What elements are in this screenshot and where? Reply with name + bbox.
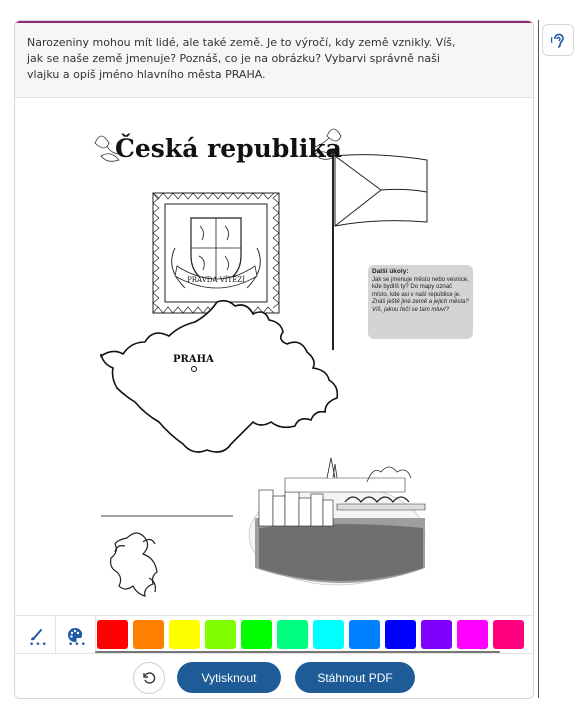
color-swatch[interactable] [313,620,344,649]
listen-button[interactable] [542,24,574,56]
ear-icon [550,33,564,48]
download-pdf-button[interactable]: Stáhnout PDF [295,662,415,693]
color-swatch[interactable] [169,620,200,649]
palette-more-dots: ••• [68,640,87,650]
reset-icon [143,672,156,684]
tasks-box: Další úkoly: Jak se jmenuje město nebo v… [368,265,473,339]
sheet-title: Česká republika [115,134,342,163]
color-swatch[interactable] [385,620,416,649]
country-map[interactable] [100,299,339,453]
tasks-line-1: Jak se jmenuje město nebo vesnice, kde b… [372,276,469,298]
prague-landscape [248,457,426,586]
action-bar: Vytisknout Stáhnout PDF [15,653,533,698]
color-swatch[interactable] [97,620,128,649]
brush-tool[interactable]: ••• [17,616,55,653]
color-toolbar: ••• ••• [15,615,533,654]
color-swatches [97,620,533,650]
print-button[interactable]: Vytisknout [177,662,281,693]
worksheet-card: Narozeniny mohou mít lidé, ale také země… [14,20,534,699]
instructions-text: Narozeniny mohou mít lidé, ale také země… [27,36,456,81]
coloring-drawing[interactable]: PRAVDA VÍTĚZÍ [15,98,533,615]
color-swatch[interactable] [241,620,272,649]
color-swatch[interactable] [349,620,380,649]
color-swatch[interactable] [493,620,524,649]
color-swatch[interactable] [133,620,164,649]
color-swatch[interactable] [205,620,236,649]
color-swatch[interactable] [421,620,452,649]
tasks-line-2: Znáš ještě jiné země a jejich města? Víš… [372,299,469,313]
tasks-heading: Další úkoly: [372,268,409,275]
city-label: PRAHA [173,354,214,365]
motto-text: PRAVDA VÍTĚZÍ [187,275,245,284]
reset-button[interactable] [133,662,165,694]
toolbar-divider [95,616,96,653]
side-divider [538,20,539,698]
lion-emblem [110,532,158,597]
brush-more-dots: ••• [29,640,48,650]
coat-of-arms: PRAVDA VÍTĚZÍ [152,192,280,314]
palette-tool[interactable]: ••• [56,616,94,653]
coloring-sheet[interactable]: PRAVDA VÍTĚZÍ Česká republika PRAHA Dalš… [15,98,533,615]
instructions-panel: Narozeniny mohou mít lidé, ale také země… [15,23,533,98]
color-swatch[interactable] [457,620,488,649]
color-swatch[interactable] [277,620,308,649]
